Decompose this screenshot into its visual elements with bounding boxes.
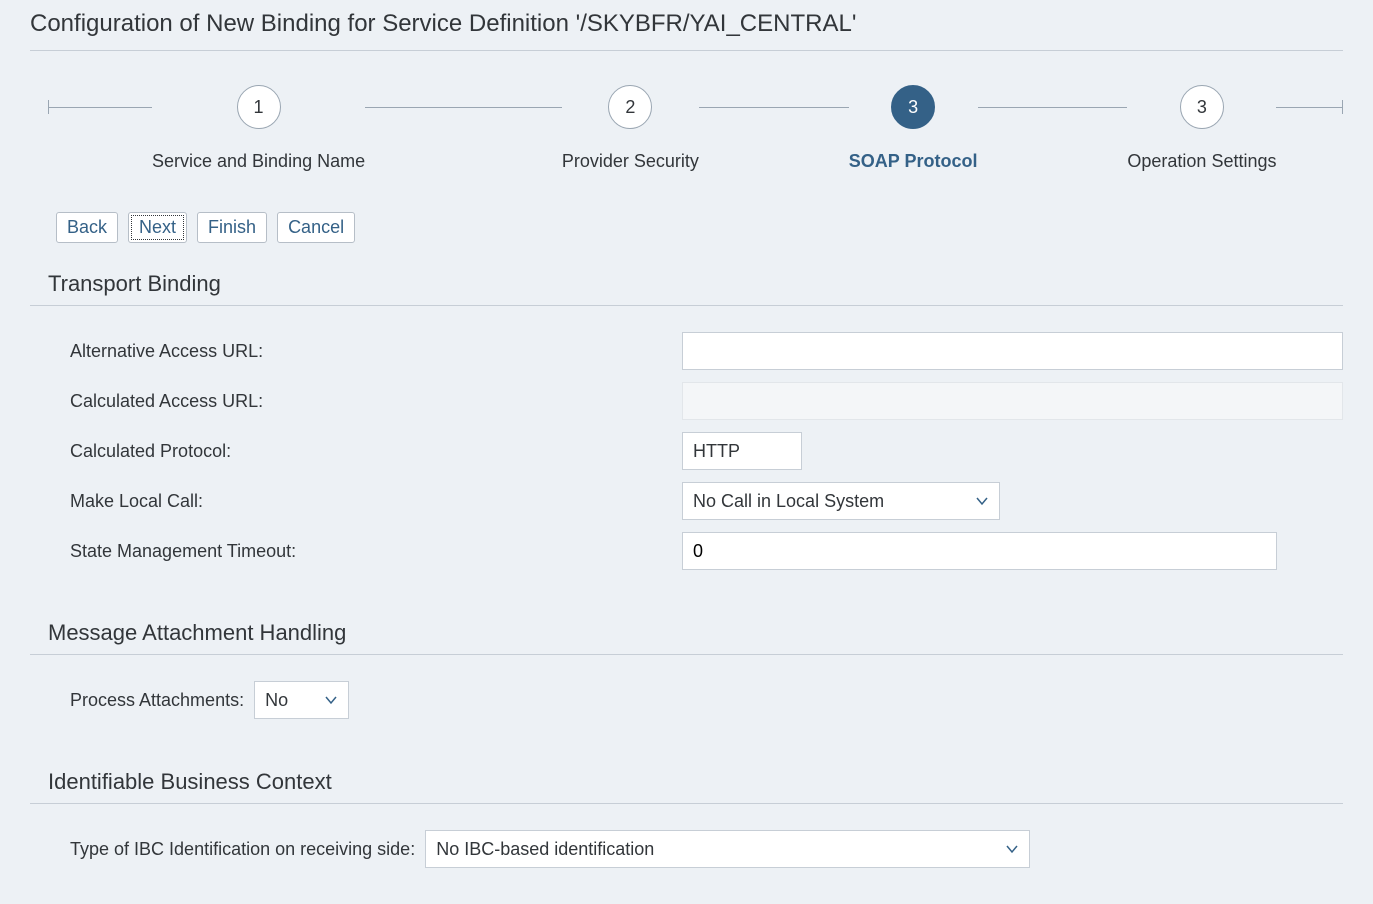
step-provider-security[interactable]: 2 Provider Security (562, 85, 699, 172)
step-label: Service and Binding Name (152, 151, 365, 172)
back-button[interactable]: Back (56, 212, 118, 243)
step-number: 1 (237, 85, 281, 129)
step-soap-protocol[interactable]: 3 SOAP Protocol (849, 85, 978, 172)
step-number: 3 (891, 85, 935, 129)
stepper-connector (978, 107, 1128, 108)
select-ibc-type[interactable]: No IBC-based identification (425, 830, 1030, 868)
select-local-call-value: No Call in Local System (693, 491, 884, 512)
row-calc-access-url: Calculated Access URL: (30, 376, 1343, 426)
label-ibc-type: Type of IBC Identification on receiving … (70, 839, 415, 860)
input-timeout[interactable] (682, 532, 1277, 570)
stepper-connector (699, 107, 849, 108)
label-alt-access-url: Alternative Access URL: (70, 341, 682, 362)
field-calc-protocol: HTTP (682, 432, 802, 470)
step-number: 3 (1180, 85, 1224, 129)
section-title-ibc: Identifiable Business Context (30, 759, 1343, 804)
label-timeout: State Management Timeout: (70, 541, 682, 562)
page-title: Configuration of New Binding for Service… (30, 0, 1343, 51)
row-local-call: Make Local Call: No Call in Local System (30, 476, 1343, 526)
chevron-down-icon (1005, 842, 1019, 856)
step-label: Provider Security (562, 151, 699, 172)
row-process-attachments: Process Attachments: No (30, 675, 1343, 725)
stepper-end-cap (1342, 100, 1343, 114)
step-service-binding-name[interactable]: 1 Service and Binding Name (152, 85, 365, 172)
row-ibc-type: Type of IBC Identification on receiving … (30, 824, 1343, 874)
label-process-attachments: Process Attachments: (70, 690, 244, 711)
step-label: Operation Settings (1127, 151, 1276, 172)
row-calc-protocol: Calculated Protocol: HTTP (30, 426, 1343, 476)
chevron-down-icon (975, 494, 989, 508)
next-button[interactable]: Next (128, 212, 187, 243)
select-process-attachments-value: No (265, 690, 288, 711)
step-operation-settings[interactable]: 3 Operation Settings (1127, 85, 1276, 172)
stepper-connector (1276, 107, 1342, 108)
label-calc-access-url: Calculated Access URL: (70, 391, 682, 412)
finish-button[interactable]: Finish (197, 212, 267, 243)
input-alt-access-url[interactable] (682, 332, 1343, 370)
step-number: 2 (608, 85, 652, 129)
wizard-button-row: Back Next Finish Cancel (30, 212, 1343, 261)
wizard-stepper: 1 Service and Binding Name 2 Provider Se… (30, 51, 1343, 212)
row-alt-access-url: Alternative Access URL: (30, 326, 1343, 376)
page-root: Configuration of New Binding for Service… (0, 0, 1373, 904)
section-title-transport: Transport Binding (30, 261, 1343, 306)
chevron-down-icon (324, 693, 338, 707)
select-local-call[interactable]: No Call in Local System (682, 482, 1000, 520)
row-timeout: State Management Timeout: (30, 526, 1343, 576)
select-ibc-type-value: No IBC-based identification (436, 839, 654, 860)
stepper-connector (49, 107, 152, 108)
stepper-connector (365, 107, 562, 108)
label-calc-protocol: Calculated Protocol: (70, 441, 682, 462)
step-label: SOAP Protocol (849, 151, 978, 172)
label-local-call: Make Local Call: (70, 491, 682, 512)
cancel-button[interactable]: Cancel (277, 212, 355, 243)
section-title-attach: Message Attachment Handling (30, 610, 1343, 655)
field-calc-access-url (682, 382, 1343, 420)
select-process-attachments[interactable]: No (254, 681, 349, 719)
